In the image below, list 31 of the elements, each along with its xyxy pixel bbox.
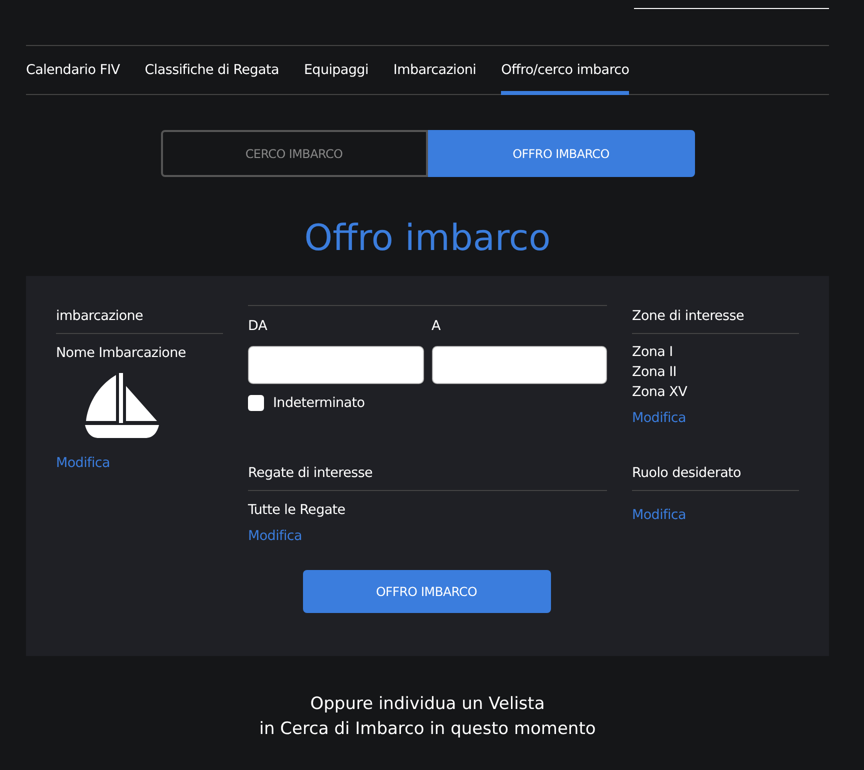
modify-link[interactable]: Modifica <box>248 528 302 544</box>
footer-text: Oppure individua un Velista <box>309 693 546 716</box>
nav-tab[interactable]: Calendario FIV <box>26 46 120 95</box>
toggle-button[interactable]: OFFRO IMBARCO <box>428 130 694 177</box>
nav-tab[interactable]: Equipaggi <box>304 46 368 95</box>
submit-button[interactable]: OFFRO IMBARCO <box>302 570 550 613</box>
nav-tab[interactable]: Classifiche di Regata <box>144 46 279 95</box>
nav-tab[interactable]: Offro/cerco imbarco <box>501 46 630 95</box>
checkbox-label: Indeterminato <box>273 395 365 411</box>
checkbox[interactable] <box>248 395 264 411</box>
section-heading: Ruolo desiderato <box>632 462 799 491</box>
zone-item: Zona I <box>632 344 674 360</box>
section-heading: imbarcazione <box>56 305 223 334</box>
zone-item: Zona II <box>632 364 678 380</box>
section-heading: Regate di interesse <box>248 462 607 491</box>
page-title: Offro imbarco <box>303 217 552 261</box>
section-heading: Zone di interesse <box>632 305 799 334</box>
nav-tab[interactable]: Imbarcazioni <box>393 46 476 95</box>
field-label: A <box>432 318 442 336</box>
modify-link[interactable]: Modifica <box>632 410 686 426</box>
footer-text: in Cerca di Imbarco in questo momento <box>258 718 597 741</box>
field-label: DA <box>248 318 268 336</box>
boat-name: Nome Imbarcazione <box>56 345 187 361</box>
date-field[interactable] <box>432 346 607 384</box>
zone-item: Zona XV <box>632 384 688 400</box>
sailboat-icon <box>85 373 159 439</box>
date-field[interactable] <box>248 346 424 384</box>
modify-link[interactable]: Modifica <box>632 507 686 523</box>
modify-link[interactable]: Modifica <box>56 455 110 471</box>
toggle-button[interactable]: CERCO IMBARCO <box>160 130 428 177</box>
regatta-item: Tutte le Regate <box>248 502 346 518</box>
